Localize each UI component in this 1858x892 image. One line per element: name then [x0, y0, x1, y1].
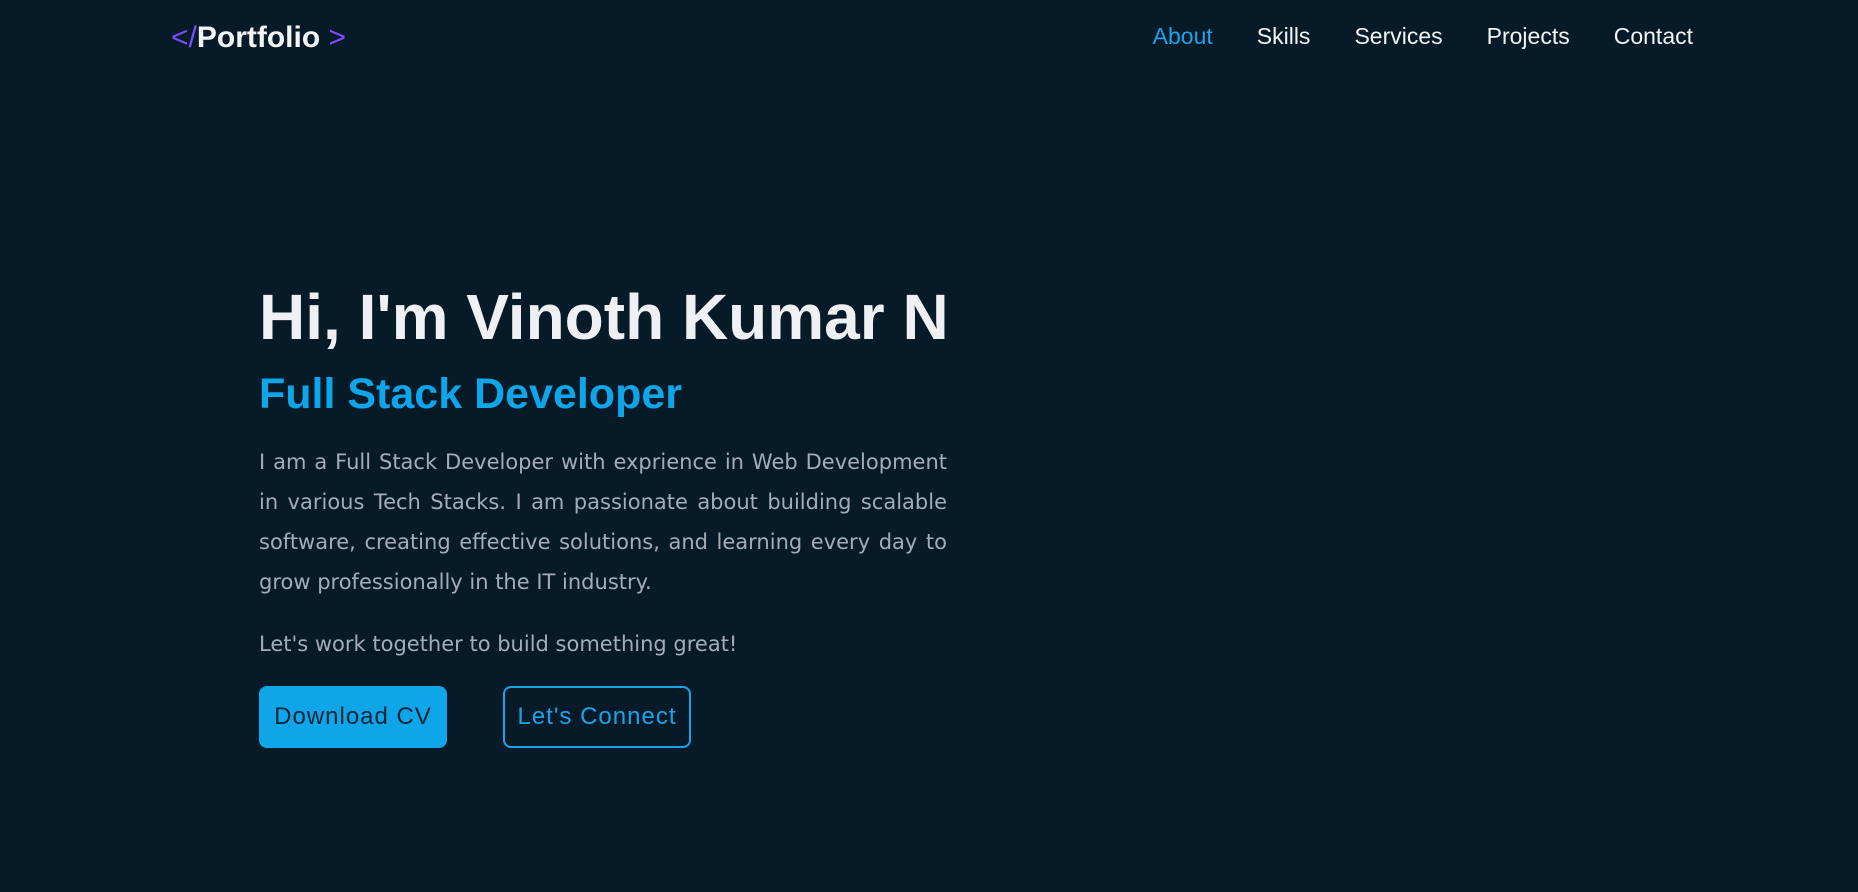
- hero-description: I am a Full Stack Developer with exprien…: [259, 450, 947, 594]
- logo-close-tag: >: [320, 21, 347, 54]
- lets-connect-button[interactable]: Let's Connect: [503, 686, 691, 748]
- nav-link-contact[interactable]: Contact: [1614, 22, 1693, 50]
- nav-link-skills[interactable]: Skills: [1257, 22, 1311, 50]
- hero-cta-text: Let's work together to build something g…: [259, 632, 738, 656]
- hero-subtitle: Full Stack Developer: [259, 370, 682, 418]
- logo-open-tag: </: [171, 21, 197, 54]
- nav-links: About Skills Services Projects Contact: [1109, 22, 1693, 50]
- nav-link-projects[interactable]: Projects: [1487, 22, 1570, 50]
- download-cv-button[interactable]: Download CV: [259, 686, 447, 748]
- hero-title: Hi, I'm Vinoth Kumar N: [259, 281, 949, 353]
- nav-link-about[interactable]: About: [1153, 22, 1213, 50]
- navbar: </Portfolio > About Skills Services Proj…: [0, 0, 1858, 75]
- hero-buttons: Download CV Let's Connect: [259, 686, 959, 748]
- nav-link-services[interactable]: Services: [1354, 22, 1442, 50]
- hero-section: Hi, I'm Vinoth Kumar N Full Stack Develo…: [259, 278, 959, 748]
- logo-text: Portfolio: [196, 21, 321, 54]
- logo[interactable]: </Portfolio >: [171, 20, 346, 56]
